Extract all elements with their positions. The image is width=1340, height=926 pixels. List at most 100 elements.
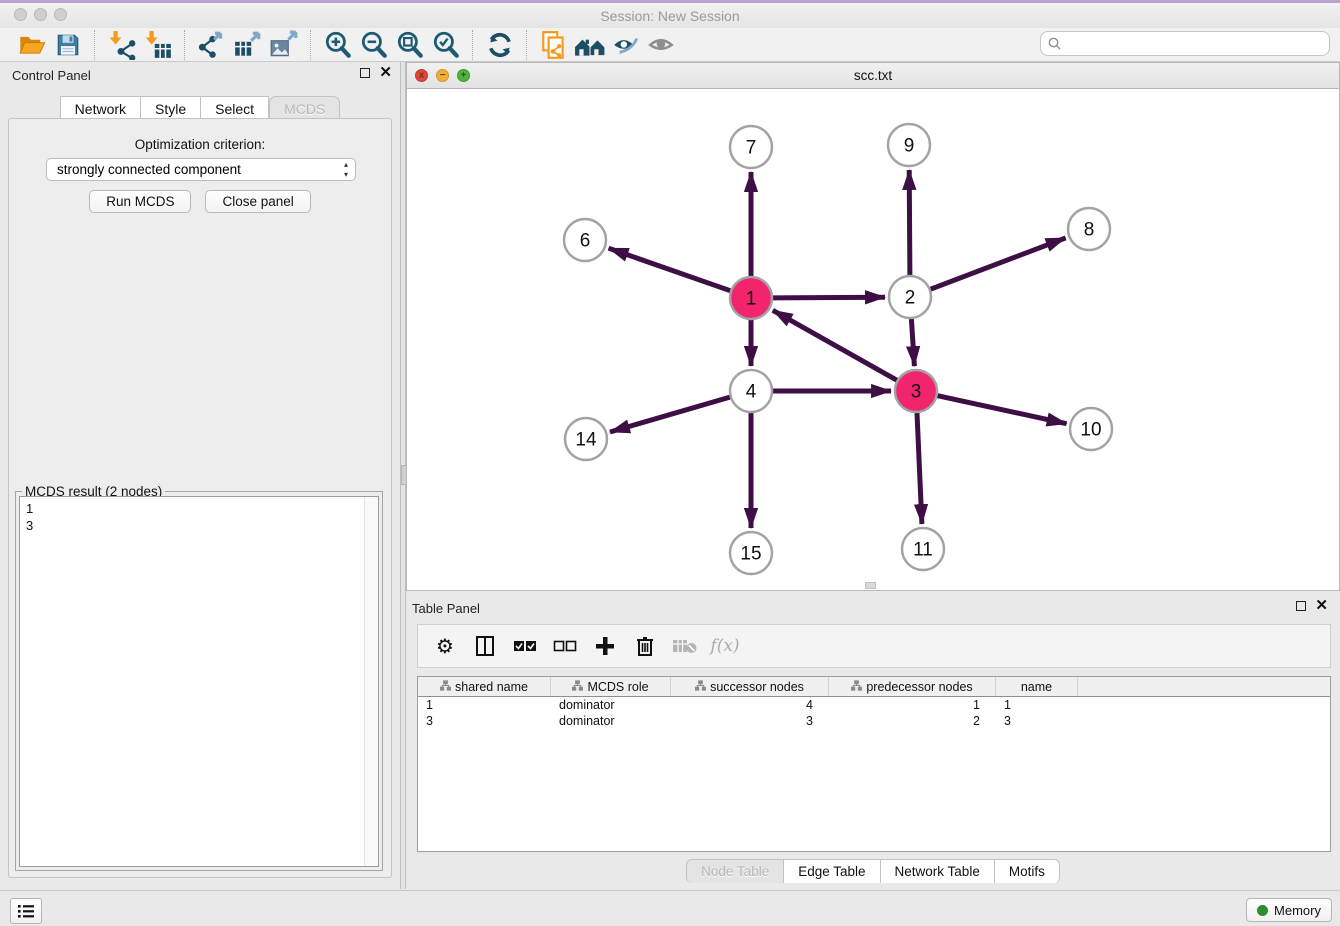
import-table-icon[interactable] [140,30,176,60]
table-tab-node-table[interactable]: Node Table [686,859,784,883]
task-list-icon [17,903,35,919]
mcds-result-lines: 13 [20,497,378,534]
zoom-in-icon[interactable] [320,30,356,60]
mcds-result-group: MCDS result (2 nodes) 13 [15,491,383,871]
float-table-panel-icon[interactable] [1296,601,1306,611]
toolbar-separator [184,30,186,60]
first-neighbors-icon[interactable] [572,30,608,60]
table-toolbar: ⚙ f(x) [417,624,1331,668]
column-header-label: name [1021,680,1052,694]
canvas-scroll-grip[interactable] [865,582,876,589]
table-panel: Table Panel ✕ ⚙ [406,595,1340,889]
column-header-MCDS-role[interactable]: MCDS role [551,677,671,696]
column-header-name[interactable]: name [996,677,1078,696]
add-column-icon[interactable] [592,633,618,659]
column-header-shared-name[interactable]: shared name [418,677,551,696]
search-field [1040,31,1330,56]
table-cell: 3 [418,713,551,729]
unselect-all-icon[interactable] [552,633,578,659]
task-history-button[interactable] [10,898,42,924]
optimization-criterion-select[interactable]: strongly connected component ▴▾ [46,158,356,181]
function-builder-icon: f(x) [712,633,738,659]
table-settings-icon[interactable]: ⚙ [432,633,458,659]
column-type-icon [572,680,583,694]
mcds-result-textarea[interactable]: 13 [19,496,379,867]
toolbar-separator [472,30,474,60]
table-cell: 3 [996,713,1078,729]
graph-node-label-8: 8 [1084,220,1095,241]
optimization-criterion-value: strongly connected component [57,162,241,177]
save-session-icon[interactable] [50,30,86,60]
graph-edge-4-14[interactable] [610,397,730,432]
mcds-tab-content: Optimization criterion: strongly connect… [8,118,392,878]
table-cell: 1 [829,697,996,713]
network-canvas[interactable]: 7968124314101511 [407,89,1339,590]
table-row[interactable]: 3dominator323 [418,713,1330,729]
graph-edge-1-2[interactable] [773,297,885,298]
toolbar-separator [94,30,96,60]
open-session-icon[interactable] [14,30,50,60]
select-all-icon[interactable] [512,633,538,659]
zoom-fit-icon[interactable] [392,30,428,60]
column-visibility-icon[interactable] [472,633,498,659]
network-graph[interactable]: 7968124314101511 [407,89,1339,590]
table-tabs: Node TableEdge TableNetwork TableMotifs [406,859,1340,883]
result-scrollbar[interactable] [364,497,378,866]
graph-node-label-1: 1 [746,289,757,310]
memory-button[interactable]: Memory [1246,898,1332,922]
status-bar: Memory [0,890,1340,926]
export-network-icon[interactable] [194,30,230,60]
graph-node-label-4: 4 [746,382,757,403]
table-cell: 2 [829,713,996,729]
export-table-icon[interactable] [230,30,266,60]
clone-network-icon[interactable] [536,30,572,60]
column-header-predecessor-nodes[interactable]: predecessor nodes [829,677,996,696]
mcds-result-node: 1 [26,500,378,517]
table-tab-motifs[interactable]: Motifs [995,859,1060,883]
graph-edge-3-10[interactable] [938,396,1067,424]
import-network-icon[interactable] [104,30,140,60]
show-details-icon[interactable] [644,30,680,60]
optimization-criterion-label: Optimization criterion: [9,137,391,152]
toolbar-separator [310,30,312,60]
mcds-result-node: 3 [26,517,378,534]
column-header-label: shared name [455,680,528,694]
hide-details-icon[interactable] [608,30,644,60]
apply-layout-icon[interactable] [482,30,518,60]
window-titlebar: Session: New Session [0,3,1340,28]
window-title: Session: New Session [0,8,1340,24]
graph-edge-3-11[interactable] [917,413,922,524]
column-header-label: MCDS role [587,680,648,694]
column-type-icon [851,680,862,694]
table-tab-edge-table[interactable]: Edge Table [784,859,880,883]
table-row[interactable]: 1dominator411 [418,697,1330,713]
graph-node-label-14: 14 [575,430,597,451]
close-panel-icon[interactable]: ✕ [379,68,392,78]
main-toolbar [0,28,1340,62]
column-header-successor-nodes[interactable]: successor nodes [671,677,829,696]
select-arrows-icon: ▴▾ [344,160,348,180]
graph-edge-3-1[interactable] [773,310,897,380]
float-panel-icon[interactable] [360,68,370,78]
graph-edge-2-3[interactable] [911,319,914,366]
network-window-titlebar[interactable]: x−+ scc.txt [407,63,1339,89]
graph-edge-1-6[interactable] [609,248,731,291]
zoom-out-icon[interactable] [356,30,392,60]
memory-status-icon [1257,905,1268,916]
close-table-panel-icon[interactable]: ✕ [1315,601,1328,611]
zoom-selected-icon[interactable] [428,30,464,60]
memory-label: Memory [1274,903,1321,918]
table-header-row: shared name MCDS role successor nodesprede… [418,677,1330,697]
table-cell: 1 [418,697,551,713]
column-type-icon [440,680,451,694]
graph-edge-2-8[interactable] [931,238,1066,289]
search-input[interactable] [1062,35,1329,52]
export-image-icon[interactable] [266,30,302,60]
graph-edge-2-9[interactable] [909,170,910,275]
table-tab-network-table[interactable]: Network Table [881,859,995,883]
application-window: Session: New Session [0,0,1340,926]
run-mcds-button[interactable]: Run MCDS [89,190,191,213]
close-panel-button[interactable]: Close panel [205,190,310,213]
graph-node-label-11: 11 [913,540,933,561]
delete-column-icon[interactable] [632,633,658,659]
